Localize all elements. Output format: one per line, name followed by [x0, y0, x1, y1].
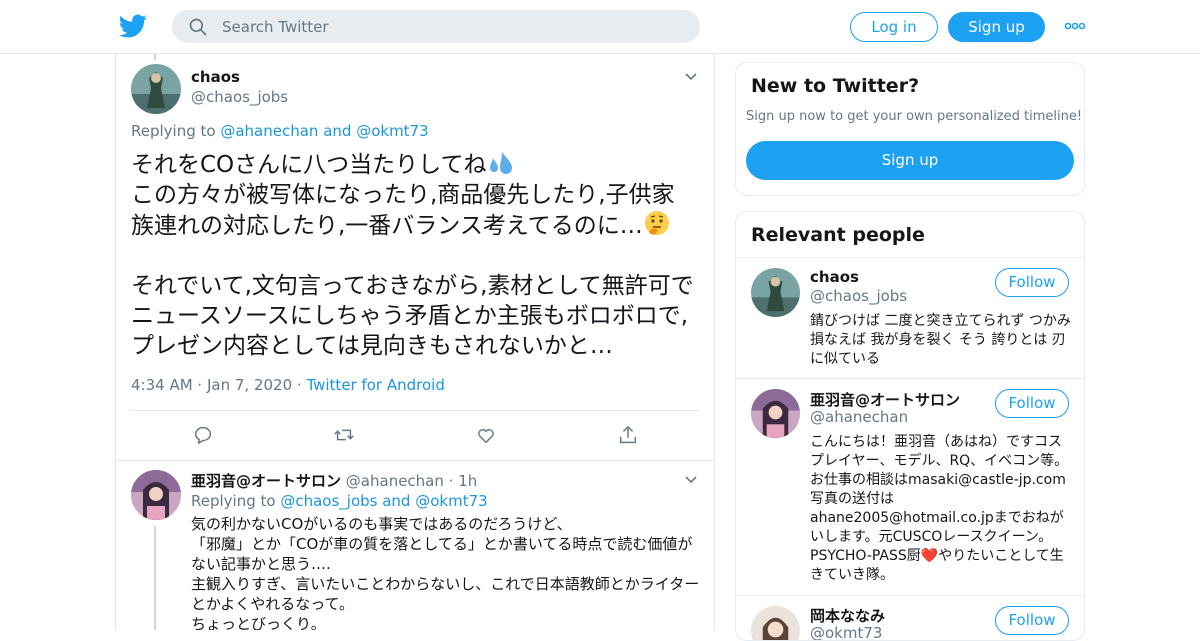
tweet-meta: 4:34 AM · Jan 7, 2020 · Twitter for Andr…	[131, 376, 445, 394]
sweat-droplets-emoji-icon	[490, 152, 513, 174]
replying-and[interactable]: and	[318, 122, 356, 140]
mention-link[interactable]: @chaos_jobs	[280, 492, 377, 510]
mention-link[interactable]: @okmt73	[356, 122, 428, 140]
person-handle[interactable]: @ahanechan	[810, 408, 908, 426]
search-box[interactable]	[172, 10, 700, 43]
more-options-icon[interactable]	[1064, 20, 1086, 32]
retweet-icon[interactable]	[333, 424, 355, 446]
signup-button[interactable]: Sign up	[948, 12, 1045, 42]
avatar[interactable]	[131, 470, 181, 520]
author-handle[interactable]: @chaos_jobs	[191, 88, 288, 106]
follow-button[interactable]: Follow	[995, 389, 1069, 418]
author-name[interactable]: 亜羽音@オートサロン	[191, 472, 341, 490]
replying-prefix: Replying to	[131, 122, 221, 140]
tweet-timeline: chaos @chaos_jobs Replying to @ahanechan…	[115, 54, 715, 630]
person-item[interactable]: 岡本ななみ @okmt73 Follow	[736, 596, 1084, 640]
thinking-face-emoji-icon	[644, 211, 669, 235]
person-name[interactable]: chaos	[810, 268, 859, 286]
avatar-image-icon	[131, 64, 181, 114]
avatar[interactable]	[751, 606, 800, 640]
tweet-date[interactable]: Jan 7, 2020	[207, 376, 292, 394]
follow-button[interactable]: Follow	[995, 606, 1069, 635]
card-subtitle: Sign up now to get your own personalized…	[746, 109, 1083, 124]
tweet-text-line1: それをCOさんに八つ当たりしてね	[131, 152, 487, 178]
tweet-time[interactable]: 1h	[458, 472, 477, 490]
person-name[interactable]: 亜羽音@オートサロン	[810, 389, 960, 410]
author-name[interactable]: chaos	[191, 68, 240, 86]
chevron-down-icon[interactable]	[684, 72, 698, 82]
avatar-image-icon	[751, 389, 800, 438]
divider	[131, 410, 699, 411]
card-title: Relevant people	[751, 224, 925, 246]
like-heart-icon[interactable]	[475, 424, 497, 446]
follow-button[interactable]: Follow	[995, 268, 1069, 297]
avatar[interactable]	[751, 389, 800, 438]
tweet-actions	[116, 424, 714, 448]
person-item[interactable]: chaos @chaos_jobs Follow 錆びつけば 二度と突き立てられ…	[736, 258, 1084, 378]
replying-to: Replying to @chaos_jobs and @okmt73	[191, 492, 488, 510]
person-name[interactable]: 岡本ななみ	[810, 605, 885, 626]
person-bio: 錆びつけば 二度と突き立てられず つかみ損なえば 我が身を裂く そう 誇りとは …	[810, 313, 1071, 367]
avatar-image-icon	[751, 268, 800, 317]
tweet-text: 気の利かないCOがいるのも事実ではあるのだろうけど、 「邪魔」とか「COが車の質…	[191, 515, 700, 630]
relevant-people-card: Relevant people chaos @chaos_jobs Follow…	[735, 211, 1085, 641]
reply-icon[interactable]	[192, 424, 214, 446]
separator-dot: ·	[448, 472, 454, 490]
avatar-image-icon	[751, 606, 800, 640]
person-handle[interactable]: @chaos_jobs	[810, 287, 907, 305]
tweet-text: それをCOさんに八つ当たりしてね この方々が被写体になったり,商品優先したり,子…	[131, 150, 696, 361]
avatar[interactable]	[751, 268, 800, 317]
avatar[interactable]	[131, 64, 181, 114]
twitter-bird-logo-icon[interactable]	[118, 12, 148, 40]
tweet-source[interactable]: Twitter for Android	[306, 376, 444, 394]
person-bio: こんにちは！亜羽音（あはね）ですコスプレイヤー、モデル、RQ、イベコン等。お仕事…	[810, 434, 1069, 583]
replying-prefix: Replying to	[191, 492, 281, 510]
person-item[interactable]: 亜羽音@オートサロン @ahanechan Follow こんにちは！亜羽音（あ…	[736, 379, 1084, 595]
thread-connector-line	[154, 526, 156, 630]
replying-to: Replying to @ahanechan and @okmt73	[131, 122, 429, 140]
tweet-text-body: この方々が被写体になったり,商品優先したり,子供家族連れの対応したり,一番バラン…	[131, 182, 675, 239]
mention-link[interactable]: @ahanechan	[220, 122, 318, 140]
search-icon	[189, 18, 207, 36]
person-handle[interactable]: @okmt73	[810, 624, 882, 640]
reply-header: 亜羽音@オートサロン @ahanechan · 1h	[191, 470, 477, 491]
mention-link[interactable]: @okmt73	[415, 492, 487, 510]
tweet-time[interactable]: 4:34 AM	[131, 376, 193, 394]
card-title: New to Twitter?	[751, 75, 920, 97]
avatar-image-icon	[131, 470, 181, 520]
tweet-text-paragraph2: それでいて,文句言っておきながら,素材として無許可でニュースソースにしちゃう矛盾…	[131, 273, 694, 359]
share-icon[interactable]	[617, 424, 639, 446]
chevron-down-icon[interactable]	[684, 475, 698, 485]
login-button[interactable]: Log in	[850, 12, 938, 42]
sidebar-signup-button[interactable]: Sign up	[746, 141, 1074, 180]
author-handle[interactable]: @ahanechan	[346, 472, 444, 490]
top-navigation-bar: Log in Sign up	[0, 0, 1200, 54]
search-input[interactable]	[222, 10, 682, 43]
tweet-separator	[116, 460, 714, 461]
new-to-twitter-card: New to Twitter? Sign up now to get your …	[735, 62, 1085, 196]
thread-connector-line	[154, 54, 156, 60]
replying-and[interactable]: and	[377, 492, 415, 510]
